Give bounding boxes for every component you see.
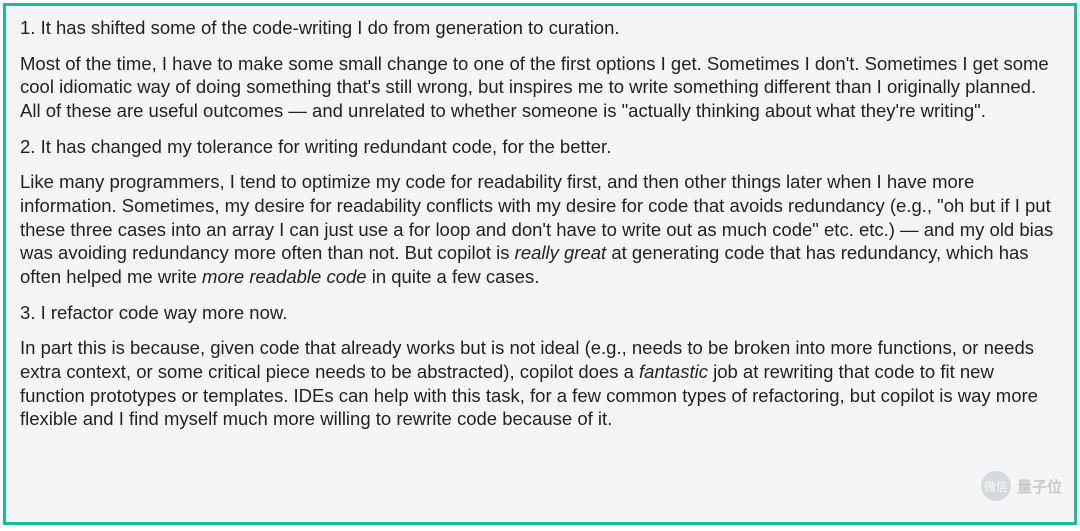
body-post: in quite a few cases.: [367, 266, 540, 287]
body-em2: more readable code: [202, 266, 367, 287]
item-heading: It has changed my tolerance for writing …: [41, 136, 612, 157]
list-item-2: 2. It has changed my tolerance for writi…: [20, 135, 1060, 159]
body-em1: really great: [515, 242, 607, 263]
item-body-2: Like many programmers, I tend to optimiz…: [20, 170, 1060, 288]
item-body-3: In part this is because, given code that…: [20, 336, 1060, 431]
item-number: 1.: [20, 17, 35, 38]
list-item-3: 3. I refactor code way more now.: [20, 301, 1060, 325]
item-heading: I refactor code way more now.: [41, 302, 288, 323]
watermark: 微信 量子位: [981, 471, 1062, 501]
item-number: 2.: [20, 136, 35, 157]
body-pre: Most of the time, I have to make some sm…: [20, 53, 1049, 121]
item-number: 3.: [20, 302, 35, 323]
document-frame: 1. It has shifted some of the code-writi…: [3, 3, 1077, 525]
wechat-icon: 微信: [981, 471, 1011, 501]
wechat-icon-label: 微信: [984, 478, 1008, 495]
item-heading: It has shifted some of the code-writing …: [41, 17, 620, 38]
body-em1: fantastic: [639, 361, 708, 382]
watermark-text: 量子位: [1017, 476, 1062, 497]
list-item-1: 1. It has shifted some of the code-writi…: [20, 16, 1060, 40]
item-body-1: Most of the time, I have to make some sm…: [20, 52, 1060, 123]
